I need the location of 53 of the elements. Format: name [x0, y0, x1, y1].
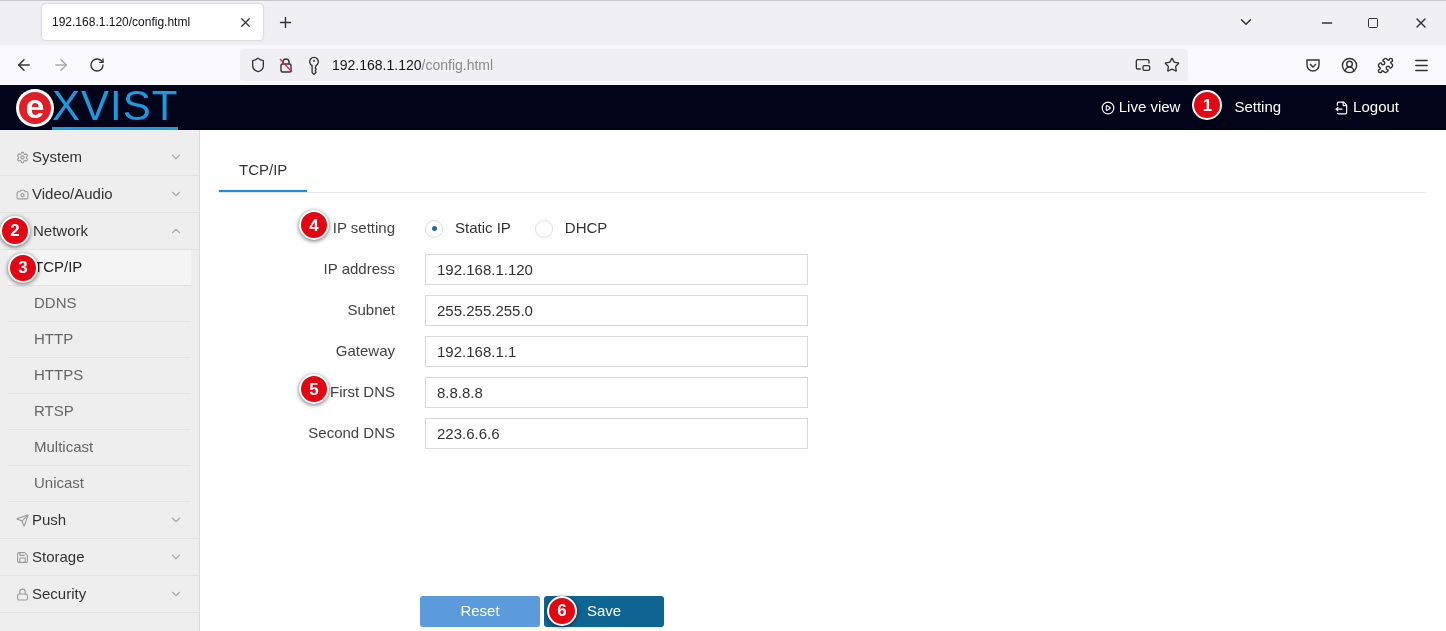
sidebar-item[interactable]: RTSP — [8, 394, 191, 430]
logout-icon — [1335, 100, 1350, 115]
text-field[interactable]: 192.168.1.120 — [425, 254, 808, 285]
sidebar-item[interactable]: Unicast — [8, 466, 191, 502]
sidebar-group[interactable]: Video/Audio — [0, 176, 199, 213]
camera-icon — [16, 187, 29, 201]
address-bar[interactable]: 192.168.1.120/config.html — [240, 49, 1188, 81]
radio-option[interactable]: DHCP — [534, 217, 608, 240]
sidebar-item[interactable]: HTTP — [8, 322, 191, 358]
callout-marker: 6 — [547, 596, 577, 626]
save-button[interactable]: 6 Save — [544, 596, 664, 627]
field-label: Second DNS — [307, 423, 395, 444]
play-icon — [1100, 100, 1115, 115]
text-field[interactable]: 8.8.8.8 — [425, 377, 808, 408]
back-icon[interactable] — [15, 56, 33, 74]
extensions-icon[interactable] — [1377, 56, 1394, 74]
insecure-lock-icon — [278, 57, 294, 73]
sidebar-group[interactable]: Push — [0, 502, 199, 539]
sidebar-group[interactable]: System — [0, 139, 199, 176]
callout-marker: 5 — [299, 374, 329, 405]
header-nav-link[interactable]: Live view — [1100, 96, 1181, 119]
sidebar-item[interactable]: 3 TCP/IP — [8, 250, 191, 286]
field-label: IP address — [322, 259, 395, 280]
shield-icon — [250, 57, 266, 73]
lock-icon — [16, 587, 29, 601]
maximize-icon[interactable] — [1367, 17, 1379, 29]
gear-icon — [16, 150, 29, 164]
sidebar-group[interactable]: Storage — [0, 539, 199, 576]
bookmark-star-icon[interactable] — [1164, 57, 1180, 73]
text-field[interactable]: 223.6.6.6 — [425, 418, 808, 449]
sidebar-group[interactable]: Security — [0, 576, 199, 613]
radio-option[interactable]: Static IP — [425, 217, 511, 240]
callout-marker: 4 — [299, 210, 329, 241]
pocket-icon[interactable] — [1305, 57, 1321, 73]
sidebar-item[interactable]: DDNS — [8, 286, 191, 322]
new-tab-icon[interactable] — [277, 14, 294, 31]
field-label: Subnet — [346, 300, 395, 321]
text-field[interactable]: 255.255.255.0 — [425, 295, 808, 326]
callout-marker: 3 — [8, 253, 38, 283]
tab[interactable]: TCP/IP — [219, 150, 308, 192]
text-field[interactable]: 192.168.1.1 — [425, 336, 808, 367]
account-icon[interactable] — [1341, 56, 1358, 74]
url-text: 192.168.1.120/config.html — [332, 55, 494, 75]
browser-tab[interactable]: 192.168.1.120/config.html — [42, 4, 263, 40]
paper-plane-icon — [16, 513, 29, 527]
field-label: Gateway — [334, 341, 395, 362]
header-nav-link[interactable]: Logout — [1335, 96, 1399, 119]
sidebar-item[interactable]: Multicast — [8, 430, 191, 466]
picture-in-picture-icon[interactable] — [1135, 57, 1151, 73]
sidebar-item[interactable]: HTTPS — [8, 358, 191, 394]
callout-marker: 1 — [1192, 90, 1223, 121]
callout-marker: 2 — [0, 216, 30, 246]
reload-icon[interactable] — [89, 57, 105, 73]
